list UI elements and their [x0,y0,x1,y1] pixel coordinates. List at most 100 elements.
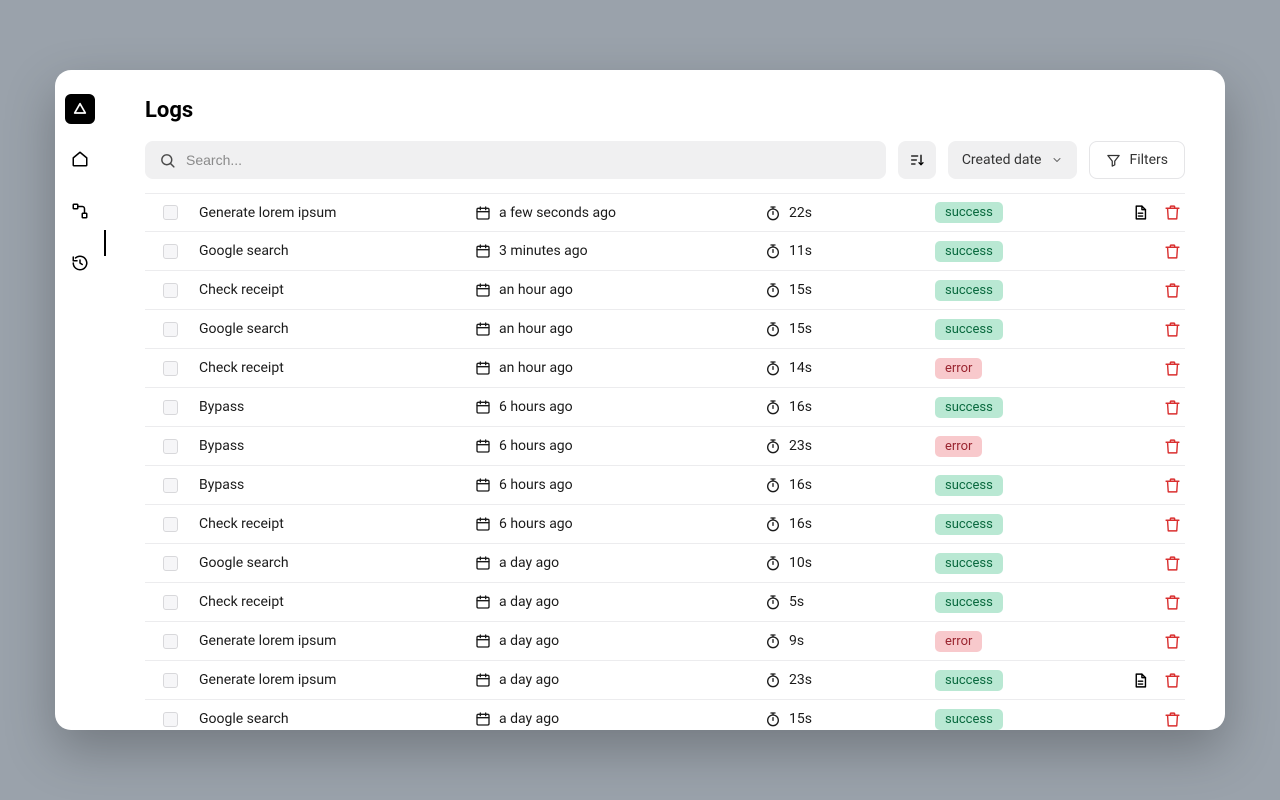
log-date-cell: 6 hours ago [475,516,765,532]
row-actions [1095,710,1185,728]
delete-button[interactable] [1163,281,1181,299]
delete-button[interactable] [1163,593,1181,611]
calendar-icon [475,205,491,221]
table-row[interactable]: Bypass 6 hours ago 16s success [145,466,1185,505]
status-badge: error [935,436,982,457]
delete-button[interactable] [1163,554,1181,572]
row-checkbox[interactable] [163,400,178,415]
delete-button[interactable] [1163,204,1181,222]
row-checkbox[interactable] [163,595,178,610]
search-box[interactable] [145,141,886,179]
row-actions [1095,398,1185,416]
nav-history-icon[interactable] [63,246,97,280]
calendar-icon [475,399,491,415]
log-duration: 16s [789,399,812,415]
stopwatch-icon [765,282,781,298]
delete-button[interactable] [1163,632,1181,650]
row-checkbox[interactable] [163,556,178,571]
table-row[interactable]: Google search a day ago 15s success [145,700,1185,730]
table-row[interactable]: Google search a day ago 10s success [145,544,1185,583]
delete-button[interactable] [1163,242,1181,260]
log-status-cell: success [935,709,1095,730]
delete-button[interactable] [1163,515,1181,533]
table-row[interactable]: Google search 3 minutes ago 11s success [145,232,1185,271]
table-row[interactable]: Google search an hour ago 15s success [145,310,1185,349]
log-duration-cell: 16s [765,399,935,415]
trash-icon [1164,555,1181,572]
log-date: 3 minutes ago [499,243,588,259]
row-actions [1095,204,1185,222]
table-row[interactable]: Check receipt an hour ago 14s error [145,349,1185,388]
log-name: Check receipt [195,282,475,298]
status-badge: success [935,592,1003,613]
trash-icon [1164,360,1181,377]
log-duration: 10s [789,555,812,571]
table-row[interactable]: Bypass 6 hours ago 23s error [145,427,1185,466]
stopwatch-icon [765,477,781,493]
checkbox-cell [145,595,195,610]
log-status-cell: success [935,592,1095,613]
status-badge: success [935,202,1003,223]
row-checkbox[interactable] [163,322,178,337]
row-actions [1095,554,1185,572]
log-date-cell: a day ago [475,594,765,610]
sort-field-dropdown[interactable]: Created date [948,141,1078,179]
table-row[interactable]: Generate lorem ipsum a day ago 23s succe… [145,661,1185,700]
status-badge: error [935,631,982,652]
status-badge: success [935,397,1003,418]
checkbox-cell [145,400,195,415]
log-duration: 9s [789,633,804,649]
row-checkbox[interactable] [163,361,178,376]
row-checkbox[interactable] [163,244,178,259]
delete-button[interactable] [1163,671,1181,689]
log-date-cell: a day ago [475,555,765,571]
log-date-cell: an hour ago [475,360,765,376]
delete-button[interactable] [1163,710,1181,728]
delete-button[interactable] [1163,437,1181,455]
trash-icon [1164,204,1181,221]
table-row[interactable]: Generate lorem ipsum a day ago 9s error [145,622,1185,661]
nav-home-icon[interactable] [63,142,97,176]
log-duration: 15s [789,321,812,337]
table-row[interactable]: Check receipt 6 hours ago 16s success [145,505,1185,544]
log-status-cell: error [935,631,1095,652]
calendar-icon [475,321,491,337]
checkbox-cell [145,439,195,454]
row-checkbox[interactable] [163,517,178,532]
calendar-icon [475,477,491,493]
table-row[interactable]: Bypass 6 hours ago 16s success [145,388,1185,427]
log-duration-cell: 23s [765,438,935,454]
delete-button[interactable] [1163,320,1181,338]
row-checkbox[interactable] [163,673,178,688]
table-row[interactable]: Check receipt a day ago 5s success [145,583,1185,622]
stopwatch-icon [765,399,781,415]
search-input[interactable] [186,152,872,168]
log-date: a day ago [499,711,559,727]
row-checkbox[interactable] [163,283,178,298]
delete-button[interactable] [1163,398,1181,416]
log-duration-cell: 10s [765,555,935,571]
sort-direction-button[interactable] [898,141,936,179]
log-date: an hour ago [499,321,573,337]
nav-flow-icon[interactable] [63,194,97,228]
row-checkbox[interactable] [163,634,178,649]
table-row[interactable]: Generate lorem ipsum a few seconds ago 2… [145,193,1185,232]
delete-button[interactable] [1163,359,1181,377]
toolbar: Created date Filters [145,141,1185,179]
log-date-cell: a few seconds ago [475,205,765,221]
app-logo[interactable] [65,94,95,124]
checkbox-cell [145,478,195,493]
row-checkbox[interactable] [163,205,178,220]
log-date: a day ago [499,672,559,688]
view-doc-button[interactable] [1131,204,1149,222]
table-row[interactable]: Check receipt an hour ago 15s success [145,271,1185,310]
app-window: Logs Created date Filters Generate lorem… [55,70,1225,730]
delete-button[interactable] [1163,476,1181,494]
row-checkbox[interactable] [163,439,178,454]
status-badge: success [935,241,1003,262]
view-doc-button[interactable] [1131,671,1149,689]
row-checkbox[interactable] [163,478,178,493]
row-checkbox[interactable] [163,712,178,727]
filters-button[interactable]: Filters [1089,141,1185,179]
status-badge: success [935,475,1003,496]
